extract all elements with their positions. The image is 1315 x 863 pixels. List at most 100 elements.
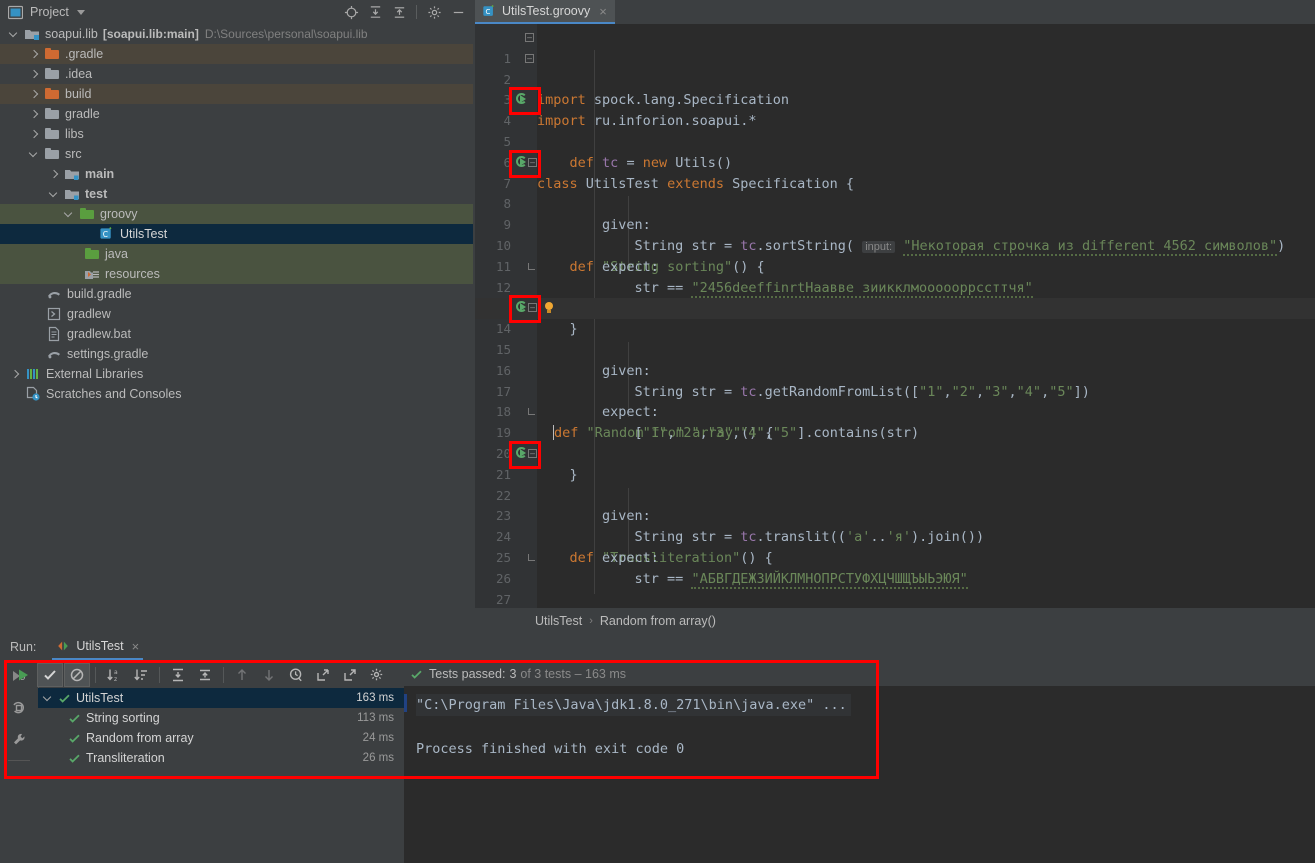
code-line-23[interactable]: 23 String str = tc.translit(('а'..'я').j… (475, 486, 1315, 545)
chevron-right-icon[interactable] (11, 370, 20, 379)
tree-item-gradle-wrapper-dir[interactable]: gradle (0, 104, 473, 124)
chevron-right-icon[interactable] (30, 130, 39, 139)
wrench-icon[interactable] (0, 724, 38, 756)
next-failed-icon[interactable] (256, 663, 282, 687)
code-line-25[interactable]: 25 str == "АБВГДЕЖЗИЙКЛМНОПРСТУФХЦЧШЩЪЫЬ… (475, 527, 1315, 589)
tree-item-java-dir[interactable]: java (0, 244, 473, 264)
test-row-string-sorting[interactable]: String sorting 113 ms (38, 708, 404, 728)
tree-item-soapui-lib[interactable]: soapui.lib [soapui.lib:main] D:\Sources\… (0, 24, 473, 44)
tree-item-build-dir[interactable]: build (0, 84, 473, 104)
chevron-right-icon[interactable] (30, 110, 39, 119)
code-line-4[interactable]: 4 class UtilsTest extends Specification … (475, 87, 1315, 192)
test-row-transliteration[interactable]: Transliteration 26 ms (38, 748, 404, 768)
fold-marker-end[interactable] (528, 553, 535, 561)
code-line-8[interactable]: 8 given: (475, 174, 1315, 233)
fold-marker[interactable]: – (525, 33, 534, 42)
chevron-down-icon[interactable] (30, 150, 39, 159)
editor-tab-utilstest[interactable]: C UtilsTest.groovy × (475, 0, 615, 24)
code-line-10[interactable]: 10 expect: (475, 215, 1315, 275)
tree-item-external-libraries[interactable]: External Libraries (0, 364, 473, 384)
tree-item-settings-gradle[interactable]: settings.gradle (0, 344, 473, 364)
locate-icon[interactable] (340, 1, 362, 23)
code-line-13[interactable]: 13 (475, 278, 1315, 315)
code-line-26[interactable]: 26 } (475, 548, 1315, 628)
test-row-root[interactable]: UtilsTest 163 ms (38, 688, 404, 708)
tree-item-idea-dir[interactable]: .idea (0, 64, 473, 84)
gear-icon[interactable] (423, 1, 445, 23)
code-line-3[interactable]: 3 (475, 70, 1315, 107)
tree-item-resources-dir[interactable]: resources (0, 264, 473, 284)
fold-marker[interactable]: – (528, 157, 537, 167)
tree-item-scratches-consoles[interactable]: Scratches and Consoles (0, 384, 473, 404)
history-icon[interactable] (283, 663, 309, 687)
fold-marker[interactable]: – (528, 303, 537, 313)
breadcrumb-item-method[interactable]: Random from array() (600, 614, 716, 628)
chevron-right-icon[interactable] (30, 90, 39, 99)
code-line-5[interactable]: 5 def tc = new Utils() (475, 111, 1315, 171)
run-tab-utilstest[interactable]: UtilsTest × (52, 634, 144, 660)
tree-item-build-gradle[interactable]: build.gradle (0, 284, 473, 304)
project-tree[interactable]: soapui.lib [soapui.lib:main] D:\Sources\… (0, 24, 473, 632)
code-line-14[interactable]: 14 – def "Random from array"() { (475, 295, 1315, 441)
chevron-down-icon[interactable] (44, 694, 53, 703)
code-line-12[interactable]: 12 } (475, 257, 1315, 337)
tree-item-gradlew-bat[interactable]: gradlew.bat (0, 324, 473, 344)
breadcrumb[interactable]: UtilsTest › Random from array() (475, 608, 1315, 634)
tree-item-gradle-dir[interactable]: .gradle (0, 44, 473, 64)
fold-marker[interactable]: – (528, 448, 537, 458)
import-tests-icon[interactable] (310, 663, 336, 687)
code-line-6[interactable]: 6 (475, 132, 1315, 170)
intention-bulb-icon[interactable] (543, 302, 555, 314)
settings-icon[interactable] (364, 663, 390, 687)
sort-by-duration-icon[interactable] (128, 663, 154, 687)
chevron-down-icon[interactable] (50, 190, 59, 199)
collapse-all-icon[interactable] (388, 1, 410, 23)
tree-item-groovy-dir[interactable]: groovy (0, 204, 473, 224)
code-line-21[interactable]: 21 – def "Transliteration"() { (475, 440, 1315, 566)
tree-item-test-dir[interactable]: test (0, 184, 473, 204)
tree-item-utilstest[interactable]: C UtilsTest (0, 224, 473, 244)
code-line-2[interactable]: 2 – import ru.inforion.soapui.* (475, 49, 1315, 129)
close-icon[interactable]: × (132, 639, 140, 654)
chevron-down-icon[interactable] (10, 30, 19, 39)
test-row-random-from-array[interactable]: Random from array 24 ms (38, 728, 404, 748)
code-line-24[interactable]: 24 expect: (475, 506, 1315, 566)
chevron-right-icon[interactable] (30, 50, 39, 59)
sort-alphabetically-icon[interactable]: az (101, 663, 127, 687)
code-line-19[interactable]: 19 } (475, 402, 1315, 483)
minimize-icon[interactable] (447, 1, 469, 23)
code-editor[interactable]: 1 – import spock.lang.Specification 2 – … (475, 24, 1315, 649)
fold-marker-end[interactable] (528, 262, 535, 270)
code-line-16[interactable]: 16 String str = tc.getRandomFromList(["1… (475, 340, 1315, 400)
chevron-right-icon[interactable] (30, 70, 39, 79)
code-line-11[interactable]: 11 str == "2456deeffinrtНаавве зиикклмоо… (475, 236, 1315, 298)
chevron-down-icon[interactable] (65, 210, 74, 219)
tree-item-gradlew[interactable]: gradlew (0, 304, 473, 324)
export-tests-icon[interactable] (337, 663, 363, 687)
fold-marker-end[interactable] (528, 408, 535, 416)
collapse-all-icon[interactable] (192, 663, 218, 687)
code-line-20[interactable]: 20 (475, 423, 1315, 461)
fold-marker[interactable]: – (525, 53, 534, 63)
ignore-tests-toggle[interactable] (64, 663, 90, 687)
tree-item-libs-dir[interactable]: libs (0, 124, 473, 144)
breadcrumb-item-class[interactable]: UtilsTest (535, 614, 582, 628)
tree-item-main-dir[interactable]: main (0, 164, 473, 184)
tree-item-src-dir[interactable]: src (0, 144, 473, 164)
show-passed-toggle[interactable] (37, 663, 63, 687)
rerun-icon[interactable] (10, 663, 36, 687)
code-line-22[interactable]: 22 given: (475, 465, 1315, 525)
code-line-17[interactable]: 17 expect: (475, 361, 1315, 421)
code-line-7[interactable]: 7 – def "String sorting"() { (475, 149, 1315, 275)
close-icon[interactable]: × (599, 5, 607, 18)
expand-all-icon[interactable] (364, 1, 386, 23)
expand-all-icon[interactable] (165, 663, 191, 687)
code-line-1[interactable]: 1 – import spock.lang.Specification (475, 28, 1315, 108)
code-line-15[interactable]: 15 given: (475, 319, 1315, 379)
code-line-27[interactable]: 27 (475, 569, 1315, 607)
chevron-right-icon[interactable] (50, 170, 59, 179)
rerun-failed-icon[interactable] (0, 692, 38, 724)
code-line-9[interactable]: 9 String str = tc.sortString( input: "Не… (475, 194, 1315, 256)
code-line-18[interactable]: 18 ["1","2","3","4","5"].contains(str) (475, 382, 1315, 441)
prev-failed-icon[interactable] (229, 663, 255, 687)
